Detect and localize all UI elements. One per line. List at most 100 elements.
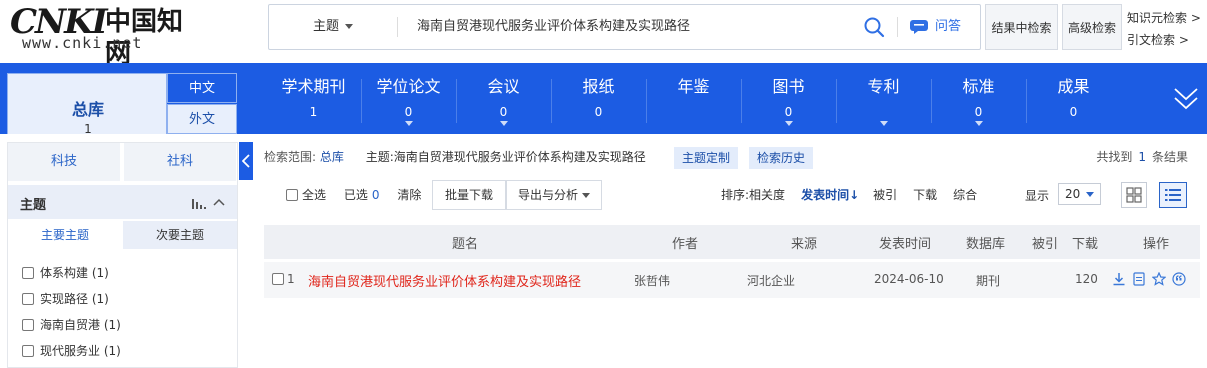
database-nav: 总库 1 中文 外文 学术期刊 1 学位论文 0 会议 0 报纸 0 年鉴 图书… (0, 63, 1207, 136)
facet-item[interactable]: 现代服务业 (1) (22, 338, 121, 364)
cnki-logo[interactable]: CNKI 中国知网 www.cnki.net (10, 4, 200, 69)
selected-count: 0 (371, 188, 380, 202)
ask-button[interactable]: 问答 (909, 5, 961, 49)
scope-label: 检索范围: (264, 150, 317, 164)
sort-by-date[interactable]: 发表时间↓ (801, 188, 859, 202)
nav-label: 专利 (867, 77, 900, 96)
quote-icon[interactable] (1172, 271, 1186, 286)
advanced-search-button[interactable]: 高级检索 (1062, 4, 1122, 50)
tab-achievements[interactable]: 成果 0 (1026, 77, 1121, 129)
search-icon[interactable] (863, 16, 885, 38)
tab-primary-topic[interactable]: 主要主题 (8, 221, 122, 249)
sort-relevance[interactable]: 相关度 (749, 188, 785, 202)
clear-selection-button[interactable]: 清除 (397, 188, 421, 202)
tab-social-science[interactable]: 社科 (124, 143, 236, 181)
nav-count: 0 (784, 105, 793, 119)
facet-checkbox[interactable] (22, 345, 34, 357)
result-title-link[interactable]: 海南自贸港现代服务业评价体系构建及实现路径 (308, 271, 581, 290)
nav-count: 1 (309, 105, 318, 119)
row-checkbox[interactable] (272, 273, 284, 285)
search-within-results-button[interactable]: 结果中检索 (985, 4, 1058, 50)
tab-dissertations[interactable]: 学位论文 0 (361, 77, 456, 129)
search-scope: 检索范围: 总库 主题:海南自贸港现代服务业评价体系构建及实现路径 (264, 146, 646, 168)
tab-yearbooks[interactable]: 年鉴 (646, 77, 741, 129)
list-view-button[interactable] (1159, 182, 1187, 208)
row-checkbox-wrap[interactable]: 1 (272, 272, 295, 286)
selection-controls: 全选 已选 0 清除 (286, 186, 421, 203)
per-page-select[interactable]: 20 (1058, 183, 1101, 205)
facet-item[interactable]: 实现路径 (1) (22, 286, 121, 312)
batch-download-button[interactable]: 批量下载 (432, 180, 506, 210)
select-all-checkbox[interactable] (286, 189, 298, 201)
knowledge-search-link[interactable]: 知识元检索 > (1127, 7, 1201, 29)
tab-total-database[interactable]: 总库 1 (7, 73, 167, 136)
search-box: 主题 海南自贸港现代服务业评价体系构建及实现路径 问答 (268, 4, 981, 50)
total-database-count: 1 (84, 122, 92, 136)
column-author: 作者 (672, 237, 699, 252)
tab-newspapers[interactable]: 报纸 0 (551, 77, 646, 129)
nav-label: 图书 (772, 77, 805, 96)
chevron-down-icon (345, 24, 354, 29)
column-operations: 操作 (1143, 237, 1170, 252)
result-author[interactable]: 张哲伟 (634, 272, 670, 289)
tab-academic-journals[interactable]: 学术期刊 1 (266, 77, 361, 129)
chevron-down-icon (784, 121, 793, 126)
nav-count: 0 (974, 105, 983, 119)
expand-more-icon[interactable] (1172, 83, 1200, 117)
search-field-select[interactable]: 主题 (289, 5, 399, 49)
scope-query: 主题:海南自贸港现代服务业评价体系构建及实现路径 (365, 150, 646, 164)
sort-options: 排序:相关度 发表时间↓ 被引 下载 综合 (721, 186, 993, 203)
selected-label: 已选 (343, 188, 368, 202)
tab-books[interactable]: 图书 0 (741, 77, 836, 129)
divider (397, 17, 398, 37)
tab-chinese[interactable]: 中文 (167, 73, 237, 103)
results-toolbar: 全选 已选 0 清除 批量下载 导出与分析 排序:相关度 发表时间↓ 被引 下载 综合 显… (264, 180, 1200, 210)
nav-label: 标准 (962, 77, 995, 96)
tab-science[interactable]: 科技 (8, 143, 120, 181)
html-read-icon[interactable] (1132, 271, 1146, 286)
nav-count: 0 (499, 105, 508, 119)
citation-search-link[interactable]: 引文检索 > (1127, 29, 1201, 51)
tab-conferences[interactable]: 会议 0 (456, 77, 551, 129)
chevron-down-icon (404, 121, 413, 126)
topic-customize-button[interactable]: 主题定制 (674, 147, 739, 169)
nav-count: 0 (594, 105, 603, 119)
star-icon[interactable] (1151, 271, 1167, 286)
nav-count: 0 (1069, 105, 1078, 119)
row-operations (1112, 271, 1192, 286)
sort-by-downloads[interactable]: 下载 (913, 188, 937, 202)
download-icon[interactable] (1112, 272, 1126, 286)
nav-count (836, 103, 931, 121)
facet-header-topic[interactable]: 主题 (8, 185, 237, 219)
collapse-sidebar-button[interactable] (239, 142, 253, 180)
facet-checkbox[interactable] (22, 319, 34, 331)
result-source[interactable]: 河北企业 (747, 272, 795, 289)
tab-foreign[interactable]: 外文 (167, 104, 237, 134)
tab-patents[interactable]: 专利 (836, 77, 931, 129)
nav-count: 0 (404, 105, 413, 119)
chevron-up-icon[interactable] (213, 197, 225, 207)
search-input[interactable]: 海南自贸港现代服务业评价体系构建及实现路径 (417, 5, 847, 49)
facet-item[interactable]: 海南自贸港 (1) (22, 312, 121, 338)
facet-checkbox[interactable] (22, 267, 34, 279)
tab-secondary-topic[interactable]: 次要主题 (123, 221, 237, 249)
select-all-label[interactable]: 全选 (302, 188, 326, 202)
facet-count: (1) (91, 292, 109, 306)
facet-item[interactable]: 体系构建 (1) (22, 260, 121, 286)
nav-label: 会议 (487, 77, 520, 96)
export-analysis-button[interactable]: 导出与分析 (506, 180, 602, 210)
facet-label: 现代服务业 (40, 344, 101, 358)
sort-by-cited[interactable]: 被引 (873, 188, 897, 202)
search-history-button[interactable]: 检索历史 (749, 147, 814, 169)
found-count: 1 (1138, 150, 1146, 164)
scope-library[interactable]: 总库 (320, 150, 344, 164)
grid-view-button[interactable] (1121, 182, 1147, 208)
discipline-tabs: 科技 社科 (8, 143, 237, 183)
facet-checkbox[interactable] (22, 293, 34, 305)
tab-standards[interactable]: 标准 0 (931, 77, 1026, 129)
bar-chart-icon[interactable] (192, 197, 206, 209)
sort-comprehensive[interactable]: 综合 (953, 188, 977, 202)
facet-label: 海南自贸港 (40, 318, 101, 332)
chevron-down-icon (879, 121, 888, 126)
nav-label: 成果 (1057, 77, 1090, 96)
